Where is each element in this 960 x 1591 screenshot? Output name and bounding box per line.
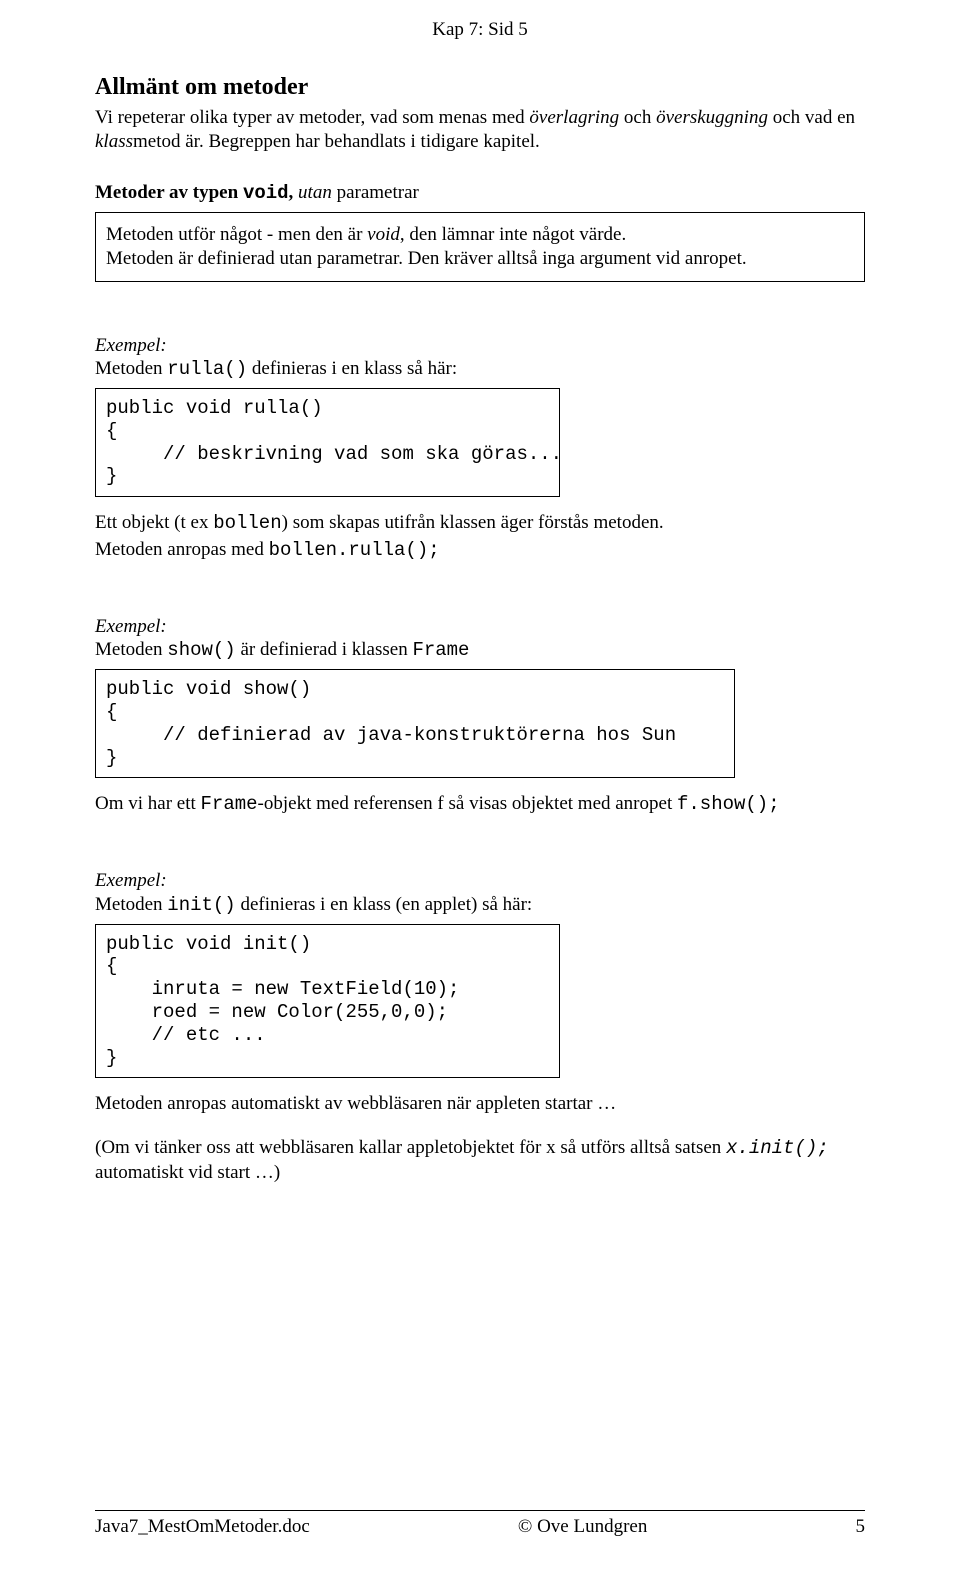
text: , bbox=[289, 182, 299, 203]
text-mono: rulla() bbox=[167, 358, 247, 380]
example-label-2: Exempel: bbox=[95, 615, 865, 639]
text-mono: bollen.rulla(); bbox=[269, 539, 440, 561]
example-1-intro: Metoden rulla() definieras i en klass så… bbox=[95, 357, 865, 382]
footer-left: Java7_MestOmMetoder.doc bbox=[95, 1515, 310, 1539]
example-2-after: Om vi har ett Frame-objekt med referense… bbox=[95, 792, 865, 817]
text: och vad en bbox=[768, 107, 855, 128]
example-1-after-1: Ett objekt (t ex bollen) som skapas utif… bbox=[95, 511, 865, 536]
text: Vi repeterar olika typer av metoder, vad… bbox=[95, 107, 529, 128]
example-3-intro: Metoden init() definieras i en klass (en… bbox=[95, 893, 865, 918]
footer-right: 5 bbox=[855, 1515, 865, 1539]
text: Metoden anropas med bbox=[95, 539, 269, 560]
text: parametrar bbox=[332, 182, 419, 203]
heading-main: Allmänt om metoder bbox=[95, 72, 865, 102]
example-1-after-2: Metoden anropas med bollen.rulla(); bbox=[95, 538, 865, 563]
text-mono: init() bbox=[167, 894, 235, 916]
text-mono-italic: x.init(); bbox=[726, 1137, 829, 1159]
text: Metoden bbox=[95, 358, 167, 379]
text: är definierad i klassen bbox=[236, 639, 413, 660]
example-2-intro: Metoden show() är definierad i klassen F… bbox=[95, 638, 865, 663]
text: Metoder av typen bbox=[95, 182, 243, 203]
text-italic: void bbox=[367, 224, 400, 245]
text-mono: void bbox=[243, 182, 289, 204]
text: Om vi har ett bbox=[95, 793, 201, 814]
page: Kap 7: Sid 5 Allmänt om metoder Vi repet… bbox=[0, 0, 960, 1591]
text-mono: Frame bbox=[201, 793, 258, 815]
text: metod är. Begreppen har behandlats i tid… bbox=[133, 131, 540, 152]
text-italic: klass bbox=[95, 131, 133, 152]
note-line-1: Metoden utför något - men den är void, d… bbox=[106, 223, 854, 247]
text: och bbox=[619, 107, 656, 128]
page-header: Kap 7: Sid 5 bbox=[95, 18, 865, 42]
page-footer: Java7_MestOmMetoder.doc © Ove Lundgren 5 bbox=[95, 1515, 865, 1539]
text: Metoden bbox=[95, 894, 167, 915]
text-mono: show() bbox=[167, 639, 235, 661]
text: , den lämnar inte något värde. bbox=[400, 224, 626, 245]
code-box-rulla: public void rulla() { // beskrivning vad… bbox=[95, 388, 560, 497]
subheading-void-no-params: Metoder av typen void, utan parametrar bbox=[95, 181, 865, 206]
text: (Om vi tänker oss att webbläsaren kallar… bbox=[95, 1137, 726, 1158]
code-box-show: public void show() { // definierad av ja… bbox=[95, 669, 735, 778]
footer-center: © Ove Lundgren bbox=[518, 1515, 647, 1539]
text: Ett objekt (t ex bbox=[95, 512, 213, 533]
text-italic: överskuggning bbox=[656, 107, 768, 128]
text-italic: överlagring bbox=[529, 107, 619, 128]
intro-paragraph: Vi repeterar olika typer av metoder, vad… bbox=[95, 106, 865, 154]
footer-divider bbox=[95, 1510, 865, 1511]
text-mono: f.show(); bbox=[677, 793, 780, 815]
example-3-after-1: Metoden anropas automatiskt av webbläsar… bbox=[95, 1092, 865, 1116]
text-italic: utan bbox=[298, 182, 332, 203]
text-mono: bollen bbox=[213, 512, 281, 534]
code-box-init: public void init() { inruta = new TextFi… bbox=[95, 924, 560, 1079]
text: Metoden utför något - men den är bbox=[106, 224, 367, 245]
text: -objekt med referensen f så visas objekt… bbox=[258, 793, 677, 814]
text: automatiskt vid start …) bbox=[95, 1162, 280, 1183]
example-3-after-2: (Om vi tänker oss att webbläsaren kallar… bbox=[95, 1136, 865, 1185]
text-mono: Frame bbox=[412, 639, 469, 661]
text: ) som skapas utifrån klassen äger förstå… bbox=[282, 512, 664, 533]
note-line-2: Metoden är definierad utan parametrar. D… bbox=[106, 247, 854, 271]
example-label-1: Exempel: bbox=[95, 334, 865, 358]
text: definieras i en klass så här: bbox=[247, 358, 457, 379]
text: Metoden bbox=[95, 639, 167, 660]
text: definieras i en klass (en applet) så här… bbox=[236, 894, 533, 915]
example-label-3: Exempel: bbox=[95, 869, 865, 893]
note-box-void: Metoden utför något - men den är void, d… bbox=[95, 212, 865, 282]
